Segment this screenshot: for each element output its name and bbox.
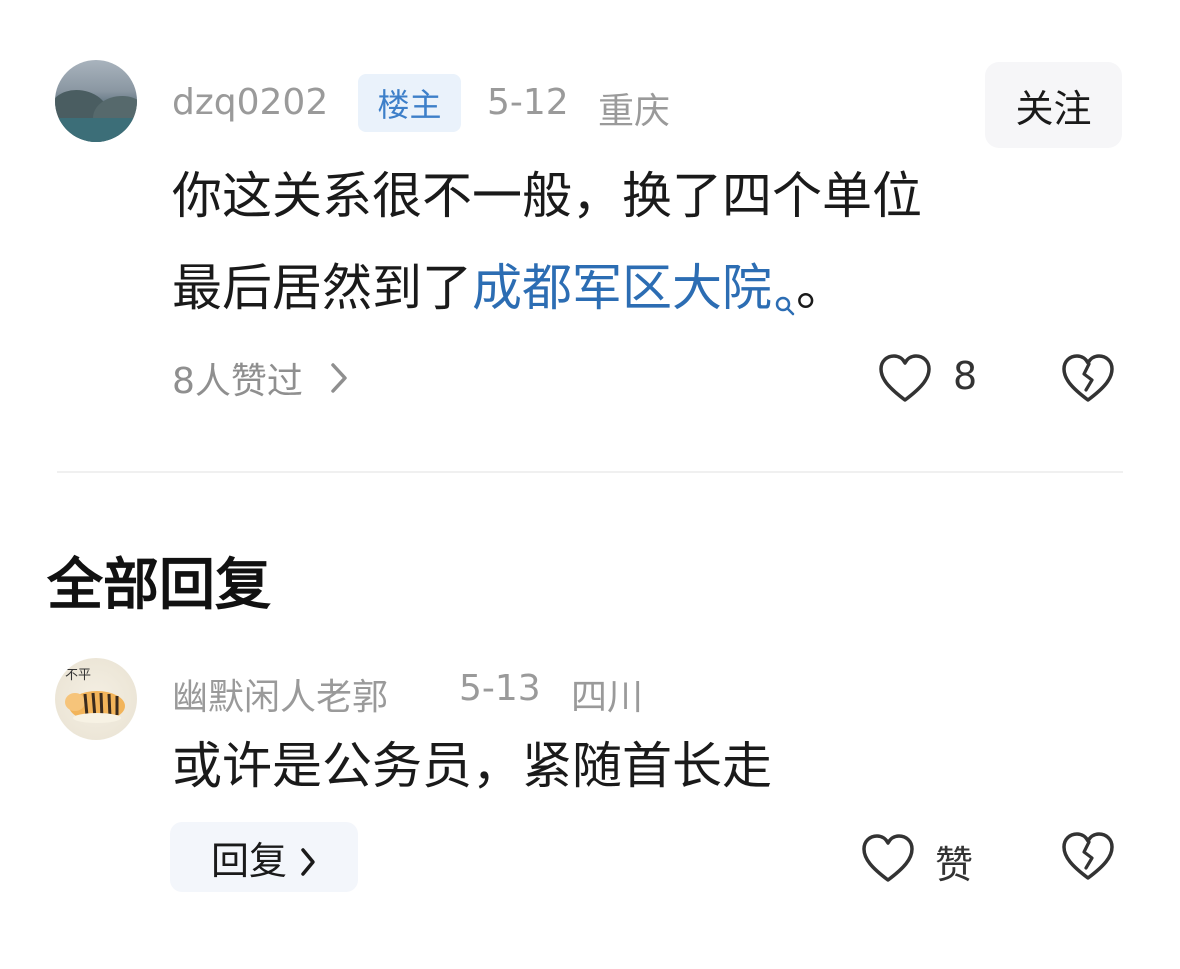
likers-text[interactable]: 8人赞过 — [172, 352, 303, 404]
location-link-text[interactable]: 成都军区大院 — [472, 259, 772, 317]
op-date: 5-12 — [487, 82, 569, 123]
section-title-all-replies: 全部回复 — [47, 553, 271, 618]
op-comment-line-2-prefix: 最后居然到了 — [172, 259, 472, 317]
broken-heart-icon[interactable] — [1060, 352, 1116, 404]
chevron-right-icon — [329, 362, 349, 394]
reply-date: 5-13 — [459, 668, 541, 709]
reply-username[interactable]: 幽默闲人老郭 — [172, 668, 388, 720]
op-comment-line-2: 最后居然到了成都军区大院。 — [172, 242, 846, 334]
follow-button[interactable]: 关注 — [985, 62, 1122, 148]
tiger-illustration — [65, 691, 125, 723]
op-username[interactable]: dzq0202 — [172, 82, 328, 123]
search-icon — [774, 254, 796, 316]
divider — [57, 471, 1123, 473]
reply-button-label[interactable]: 回复 — [211, 830, 287, 885]
reply-button[interactable]: 回复 — [170, 822, 358, 892]
reply-avatar[interactable]: 不平 — [55, 658, 137, 740]
broken-heart-icon[interactable] — [1060, 830, 1116, 882]
op-location: 重庆 — [598, 91, 671, 132]
op-comment-line-1: 你这关系很不一般，换了四个单位 — [172, 167, 922, 225]
location-link[interactable]: 成都军区大院 — [472, 259, 796, 317]
op-comment-line-2-suffix: 。 — [796, 259, 846, 317]
heart-icon[interactable] — [877, 352, 933, 404]
like-label[interactable]: 赞 — [935, 834, 973, 889]
avatar-lake-shape — [55, 118, 137, 142]
reply-location: 四川 — [571, 677, 644, 718]
chevron-right-icon — [299, 842, 317, 876]
op-badge: 楼主 — [358, 74, 461, 132]
likers-row[interactable]: 8人赞过 — [172, 356, 349, 402]
reply-text: 或许是公务员，紧随首长走 — [172, 737, 772, 795]
op-avatar[interactable] — [55, 60, 137, 142]
heart-icon[interactable] — [860, 832, 916, 884]
like-count: 8 — [953, 354, 978, 398]
